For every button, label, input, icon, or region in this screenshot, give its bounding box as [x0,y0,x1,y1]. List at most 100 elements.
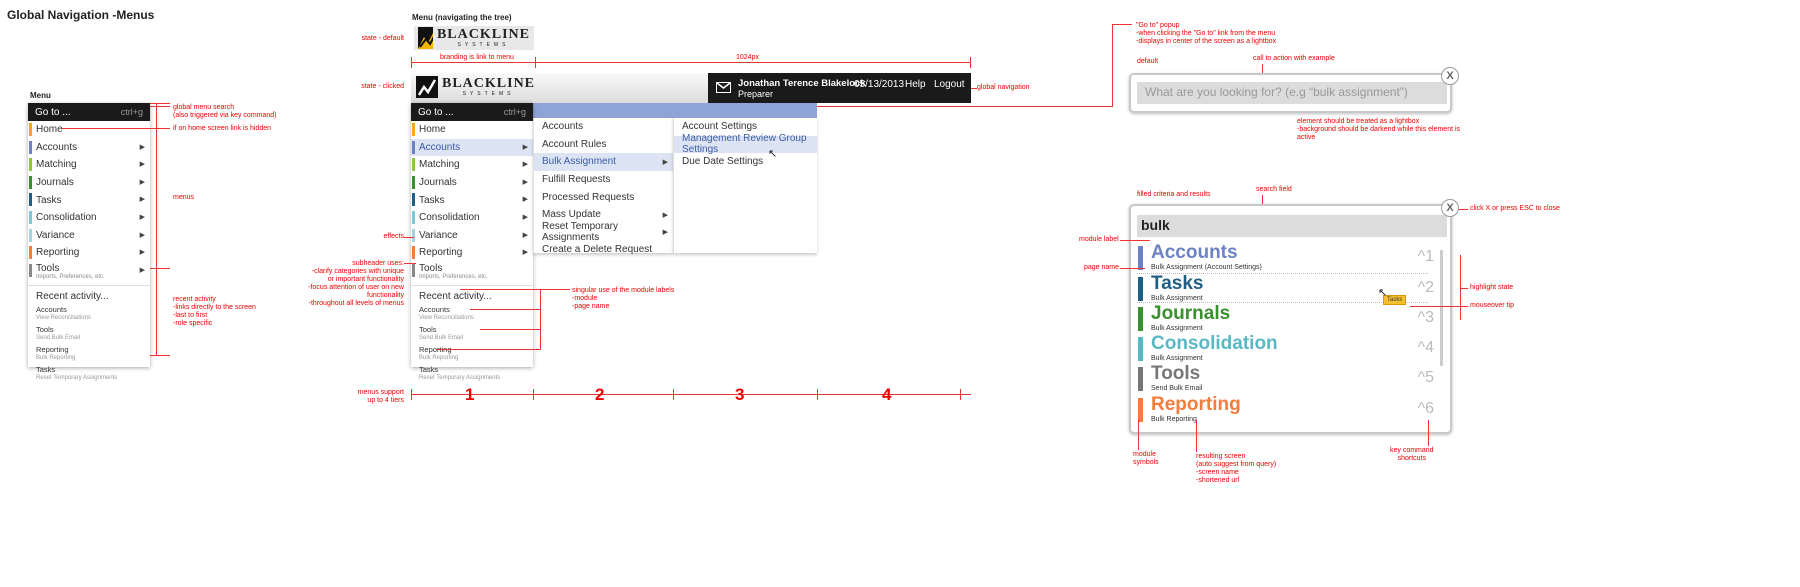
chevron-right-icon: ▶ [522,213,528,221]
goto-link[interactable]: Go to ... ctrl+g [28,103,150,121]
global-nav: Jonathan Terence Blakelock Preparer 05/1… [708,73,971,103]
module-symbol [1138,277,1143,302]
cursor-icon: ↖ [768,148,778,160]
chevron-right-icon: ▶ [139,196,145,204]
result-module-label: Tasks [1151,273,1204,295]
menu-item-consolidation[interactable]: Consolidation ▶ [411,209,533,227]
menu-item-label: Matching [419,159,460,171]
note-search-field: search field [1256,186,1292,193]
result-page-name: Bulk Assignment [1151,324,1203,332]
menu-item-label: Variance [419,229,458,241]
module-color-bar [412,210,415,224]
note-tiers: menus support up to 4 tiers [357,389,404,404]
recent-activity-heading: Recent activity... [419,290,492,302]
left-menu-heading: Menu [30,91,51,100]
menu-item-accounts[interactable]: Accounts ▶ [28,139,150,157]
menu-item-journals[interactable]: Journals ▶ [28,174,150,192]
module-symbol [1138,367,1143,392]
menu-item-matching[interactable]: Matching ▶ [411,156,533,174]
menu-item-variance[interactable]: Variance ▶ [411,227,533,245]
menu-item-tools[interactable]: Tools Imports, Preferences, etc. [411,262,533,283]
note-cta: call to action with example [1253,55,1335,62]
menu-item-journals[interactable]: Journals ▶ [411,174,533,192]
menu-item-reporting[interactable]: Reporting ▶ [28,244,150,262]
result-key-shortcut: ^4 [1417,338,1434,356]
submenu-item-accounts[interactable]: Accounts [534,118,673,136]
note-menus: menus [173,194,195,201]
user-name[interactable]: Jonathan Terence Blakelock [738,78,866,89]
scrollbar[interactable] [1440,250,1443,366]
recent-activity-item[interactable]: Tasks Reset Temporary Assignments [411,364,533,384]
menu-item-tasks[interactable]: Tasks ▶ [411,191,533,209]
recent-activity-item[interactable]: Tools Send Bulk Email [28,324,150,344]
menu-item-variance[interactable]: Variance ▶ [28,227,150,245]
search-result[interactable]: Accounts Bulk Assignment (Account Setting… [1137,243,1434,273]
mail-icon[interactable] [716,82,731,93]
logo-default[interactable]: BLACKLINE SYSTEMS [414,26,534,50]
module-color-bar [412,140,415,154]
note-default: default [1137,58,1159,65]
menu-item-tools[interactable]: Tools Imports, Preferences, etc. ▶ [28,262,150,283]
recent-activity-item[interactable]: Accounts View Reconciliations [411,304,533,324]
submenu-item-reset-temporary-assignments[interactable]: Reset Temporary Assignments ▶ [534,221,673,243]
logo-sub: SYSTEMS [462,91,515,97]
submenu-item-label: Mass Update [542,209,601,221]
search-result[interactable]: Tools Send Bulk Email ^5 [1137,364,1434,394]
submenu-item-due-date-settings[interactable]: Due Date Settings [674,153,817,171]
module-color-bar [29,123,32,136]
submenu-item-label: Accounts [542,121,584,133]
logo-mark-icon [416,76,438,98]
submenu-item-label: Create a Delete Request [542,244,653,256]
goto-search-input[interactable]: What are you looking for? (e.g “bulk ass… [1137,82,1447,104]
header-date: 05/13/2013 [854,79,905,90]
result-module-label: Journals [1151,302,1231,324]
close-icon[interactable]: X [1441,199,1459,217]
left-menu: Go to ... ctrl+g Home Accounts ▶ Matching ▶ J… [28,103,150,381]
menu-item-home[interactable]: Home [28,121,150,139]
chevron-right-icon: ▶ [139,249,145,257]
submenu-item-label: Processed Requests [542,191,635,203]
recent-page: Send Bulk Email [36,334,81,341]
goto-search-input[interactable]: bulk [1137,215,1447,237]
logout-link[interactable]: Logout [934,79,965,90]
goto-label: Go to ... [35,106,71,118]
menu-item-reporting[interactable]: Reporting ▶ [411,244,533,262]
recent-activity-item[interactable]: Tasks Reset Temporary Assignments [28,364,150,384]
submenu-item-management-review-group-settings[interactable]: Management Review Group Settings [674,133,817,155]
menu-item-label: Tasks [419,194,445,206]
module-symbol [1138,246,1143,270]
search-result[interactable]: Consolidation Bulk Assignment ^4 [1137,333,1434,364]
recent-page: View Reconciliations [419,314,474,321]
note-state-clicked: state - clicked [361,83,404,90]
recent-activity-item[interactable]: ReportingBulk Reporting [411,344,533,364]
module-color-bar [412,193,415,207]
menu-item-subheader: Imports, Preferences, etc. [419,274,488,281]
menu-item-consolidation[interactable]: Consolidation ▶ [28,209,150,227]
module-color-bar [412,175,415,189]
submenu-item-account-rules[interactable]: Account Rules [534,136,673,154]
submenu-item-fulfill-requests[interactable]: Fulfill Requests [534,171,673,189]
submenu-item-processed-requests[interactable]: Processed Requests [534,188,673,206]
menu-item-matching[interactable]: Matching ▶ [28,156,150,174]
recent-activity-item[interactable]: ReportingBulk Reporting [28,344,150,364]
user-role: Preparer [738,89,774,99]
recent-module: Tasks [419,364,439,374]
module-color-bar [29,158,32,172]
goto-link[interactable]: Go to ... ctrl+g [411,103,533,121]
search-result[interactable]: Reporting Bulk Reporting ^6 [1137,394,1434,425]
menu-item-tasks[interactable]: Tasks ▶ [28,191,150,209]
search-result[interactable]: Journals Bulk Assignment ^3 [1137,302,1434,334]
submenu-item-bulk-assignment[interactable]: Bulk Assignment ▶ [534,153,673,171]
logo-clicked[interactable]: BLACKLINE SYSTEMS [416,76,535,98]
logo-word: BLACKLINE [442,76,536,91]
close-icon[interactable]: X [1441,67,1459,85]
submenu-item-create-a-delete-request[interactable]: Create a Delete Request [534,241,673,259]
recent-activity-item[interactable]: Accounts View Reconciliations [28,304,150,324]
module-color-bar [29,228,32,242]
help-link[interactable]: Help [905,79,926,90]
note-global-search: global menu search (also triggered via k… [173,104,277,119]
menu-item-home[interactable]: Home [411,121,533,139]
recent-activity-item[interactable]: Tools Send Bulk Email [411,324,533,344]
note-mouseover: mouseover tip [1470,302,1514,309]
menu-item-accounts[interactable]: Accounts ▶ [411,138,533,157]
